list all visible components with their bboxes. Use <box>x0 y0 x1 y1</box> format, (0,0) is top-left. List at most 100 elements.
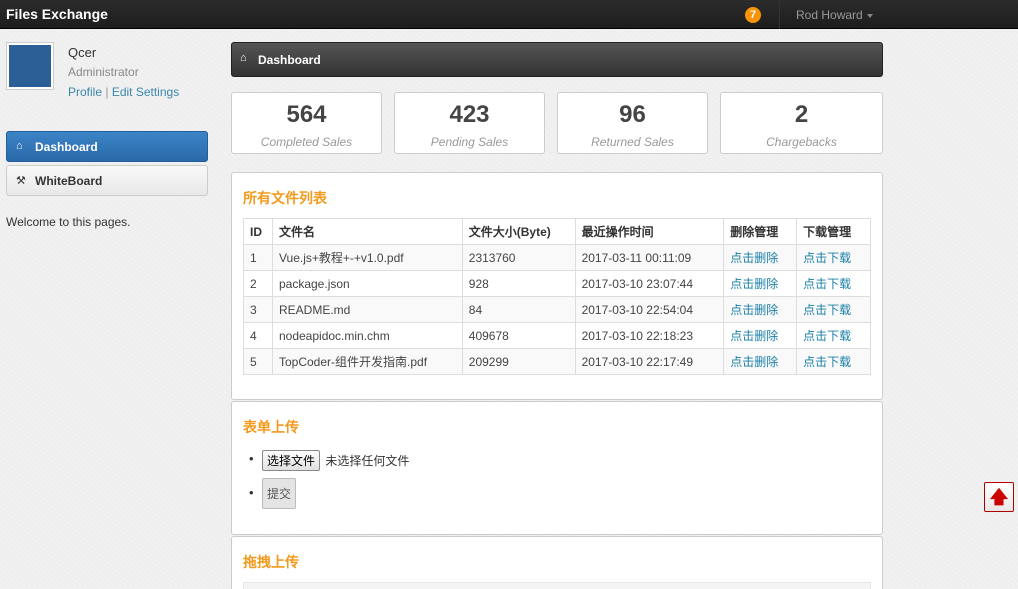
cell-download: 点击下载 <box>796 348 871 375</box>
cell-time: 2017-03-11 00:11:09 <box>574 244 725 271</box>
table-header-row: ID 文件名 文件大小(Byte) 最近操作时间 删除管理 下载管理 <box>243 218 871 245</box>
table-row: 5 TopCoder-组件开发指南.pdf 209299 2017-03-10 … <box>243 348 871 375</box>
drag-upload-panel: 拖拽上传 <box>231 536 883 589</box>
topbar-divider <box>779 0 780 29</box>
cell-id: 4 <box>243 322 273 349</box>
form-upload-title: 表单上传 <box>243 419 299 435</box>
link-separator: | <box>105 85 109 99</box>
stat-label: Chargebacks <box>766 135 837 149</box>
cell-size: 928 <box>461 270 576 297</box>
scroll-top-button[interactable]: 🡅 <box>984 482 1014 512</box>
stat-chargebacks: 2 Chargebacks <box>720 92 883 154</box>
delete-link[interactable]: 点击删除 <box>730 329 778 343</box>
download-link[interactable]: 点击下载 <box>803 251 851 265</box>
cell-filename: README.md <box>271 296 463 323</box>
files-panel-title: 所有文件列表 <box>243 190 327 206</box>
edit-settings-link[interactable]: Edit Settings <box>112 85 179 99</box>
user-menu-dropdown[interactable]: Rod Howard <box>796 8 873 22</box>
file-status-text: 未选择任何文件 <box>325 454 410 468</box>
cell-delete: 点击删除 <box>723 270 798 297</box>
profile-role: Administrator <box>68 65 139 79</box>
cell-time: 2017-03-10 22:54:04 <box>574 296 725 323</box>
cell-download: 点击下载 <box>796 270 871 297</box>
page-title: ⌂ Dashboard <box>231 42 883 77</box>
drop-zone[interactable] <box>243 582 871 589</box>
cell-delete: 点击删除 <box>723 322 798 349</box>
column-header: 下载管理 <box>796 218 871 245</box>
cell-filename: package.json <box>271 270 463 297</box>
files-panel: 所有文件列表 ID 文件名 文件大小(Byte) 最近操作时间 删除管理 下载管… <box>231 172 883 400</box>
cell-download: 点击下载 <box>796 244 871 271</box>
list-item: 选择文件 未选择任何文件 <box>246 448 409 482</box>
cell-size: 84 <box>461 296 576 323</box>
profile-link[interactable]: Profile <box>68 85 102 99</box>
home-icon: ⌂ <box>16 140 23 152</box>
stat-returned-sales: 96 Returned Sales <box>557 92 708 154</box>
table-row: 1 Vue.js+教程+-+v1.0.pdf 2313760 2017-03-1… <box>243 244 871 271</box>
list-item: 提交 <box>246 478 409 516</box>
profile-links: Profile | Edit Settings <box>68 85 179 99</box>
download-link[interactable]: 点击下载 <box>803 303 851 317</box>
cell-time: 2017-03-10 22:18:23 <box>574 322 725 349</box>
cell-time: 2017-03-10 22:17:49 <box>574 348 725 375</box>
stat-value: 2 <box>794 101 809 128</box>
column-header: ID <box>243 218 273 245</box>
column-header: 删除管理 <box>723 218 798 245</box>
stat-pending-sales: 423 Pending Sales <box>394 92 545 154</box>
table-row: 4 nodeapidoc.min.chm 409678 2017-03-10 2… <box>243 322 871 349</box>
delete-link[interactable]: 点击删除 <box>730 251 778 265</box>
brand-title[interactable]: Files Exchange <box>6 6 108 22</box>
home-icon: ⌂ <box>240 52 247 64</box>
user-menu-name: Rod Howard <box>796 8 863 22</box>
form-upload-panel: 表单上传 选择文件 未选择任何文件 提交 <box>231 401 883 535</box>
stat-completed-sales: 564 Completed Sales <box>231 92 382 154</box>
cell-download: 点击下载 <box>796 322 871 349</box>
cell-size: 209299 <box>461 348 576 375</box>
submit-button[interactable]: 提交 <box>262 478 297 509</box>
download-link[interactable]: 点击下载 <box>803 329 851 343</box>
cell-filename: Vue.js+教程+-+v1.0.pdf <box>271 244 463 271</box>
delete-link[interactable]: 点击删除 <box>730 355 778 369</box>
drag-upload-title: 拖拽上传 <box>243 554 299 570</box>
delete-link[interactable]: 点击删除 <box>730 303 778 317</box>
column-header: 文件大小(Byte) <box>461 218 576 245</box>
table-row: 2 package.json 928 2017-03-10 23:07:44 点… <box>243 270 871 297</box>
stat-label: Completed Sales <box>260 135 353 149</box>
column-header: 最近操作时间 <box>574 218 725 245</box>
cell-time: 2017-03-10 23:07:44 <box>574 270 725 297</box>
cell-download: 点击下载 <box>796 296 871 323</box>
profile-name: Qcer <box>68 45 97 60</box>
download-link[interactable]: 点击下载 <box>803 277 851 291</box>
cell-id: 5 <box>243 348 273 375</box>
stat-label: Returned Sales <box>591 135 674 149</box>
cell-size: 409678 <box>461 322 576 349</box>
sidebar-item-label: WhiteBoard <box>35 174 103 188</box>
files-table: ID 文件名 文件大小(Byte) 最近操作时间 删除管理 下载管理 1 Vue… <box>243 218 871 375</box>
welcome-text: Welcome to this pages. <box>6 215 131 229</box>
stat-value: 423 <box>449 101 490 128</box>
cell-id: 2 <box>243 270 273 297</box>
chevron-down-icon <box>866 13 873 18</box>
sidebar-item-label: Dashboard <box>35 140 98 154</box>
cell-delete: 点击删除 <box>723 348 798 375</box>
cell-id: 1 <box>243 244 273 271</box>
stat-label: Pending Sales <box>430 135 509 149</box>
table-row: 3 README.md 84 2017-03-10 22:54:04 点击删除 … <box>243 296 871 323</box>
top-navbar: Files Exchange 7 Rod Howard <box>0 0 1018 29</box>
page-title-text: Dashboard <box>258 53 321 67</box>
cell-id: 3 <box>243 296 273 323</box>
sidebar-item-whiteboard[interactable]: ⚒ WhiteBoard <box>6 165 208 196</box>
cell-delete: 点击删除 <box>723 296 798 323</box>
notification-badge[interactable]: 7 <box>745 7 762 23</box>
stat-value: 96 <box>619 101 646 128</box>
delete-link[interactable]: 点击删除 <box>730 277 778 291</box>
arrow-up-icon: 🡅 <box>989 487 1009 507</box>
avatar <box>6 42 54 90</box>
sidebar-item-dashboard[interactable]: ⌂ Dashboard <box>6 131 208 162</box>
cell-filename: TopCoder-组件开发指南.pdf <box>271 348 463 375</box>
cell-size: 2313760 <box>461 244 576 271</box>
cell-filename: nodeapidoc.min.chm <box>271 322 463 349</box>
upload-form: 选择文件 未选择任何文件 提交 <box>246 448 409 516</box>
choose-file-button[interactable]: 选择文件 <box>262 450 321 471</box>
download-link[interactable]: 点击下载 <box>803 355 851 369</box>
